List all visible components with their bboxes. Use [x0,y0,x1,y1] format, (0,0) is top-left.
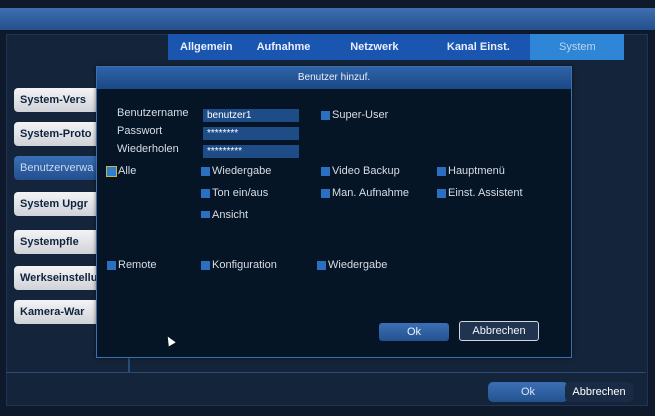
perm-konfiguration-label: Konfiguration [212,259,277,271]
perm-remote-checkbox[interactable]: Remote [107,259,157,271]
checkbox-icon [321,110,330,120]
repeat-password-field[interactable]: ********* [203,145,299,158]
checkbox-icon [201,166,210,176]
perm-hauptmenu-checkbox[interactable]: Hauptmenü [437,165,505,177]
checkbox-icon [201,210,210,218]
checkbox-icon [437,188,446,198]
perm-ton-label: Ton ein/aus [212,187,269,199]
checkbox-icon [321,166,330,176]
tab-system[interactable]: System [530,34,625,60]
checkbox-icon [201,188,210,198]
checkbox-icon [106,165,117,177]
perm-wiedergabe-remote-label: Wiedergabe [328,259,388,271]
tab-bar: Allgemein Aufnahme Netzwerk Kanal Einst.… [168,34,625,60]
superuser-label: Super-User [332,109,389,121]
perm-wiedergabe-remote-checkbox[interactable]: Wiedergabe [317,259,387,271]
dialog-cancel-button[interactable]: Abbrechen [459,321,539,341]
perm-konfiguration-checkbox[interactable]: Konfiguration [201,259,277,271]
repeat-password-label: Wiederholen [117,143,179,155]
perm-video-backup-label: Video Backup [332,165,400,177]
top-bar [0,8,655,30]
password-field[interactable]: ******** [203,127,299,140]
perm-ansicht-checkbox[interactable]: Ansicht [201,209,249,221]
tab-netzwerk[interactable]: Netzwerk [322,34,426,60]
tab-aufnahme[interactable]: Aufnahme [245,34,323,60]
perm-alle-label: Alle [118,165,137,177]
perm-man-aufnahme-label: Man. Aufnahme [332,187,410,199]
screen: Allgemein Aufnahme Netzwerk Kanal Einst.… [0,0,655,416]
username-label: Benutzername [117,107,189,119]
tab-kanal-einst[interactable]: Kanal Einst. [426,34,530,60]
checkbox-icon [437,166,446,176]
perm-hauptmenu-label: Hauptmenü [448,165,505,177]
perm-video-backup-checkbox[interactable]: Video Backup [321,165,400,177]
divider [6,372,646,373]
perm-ton-checkbox[interactable]: Ton ein/aus [201,187,268,199]
perm-einst-assistent-checkbox[interactable]: Einst. Assistent [437,187,523,199]
perm-ansicht-label: Ansicht [212,209,249,221]
perm-man-aufnahme-checkbox[interactable]: Man. Aufnahme [321,187,409,199]
dialog-ok-button[interactable]: Ok [379,323,449,341]
checkbox-icon [317,260,326,270]
tab-allgemein[interactable]: Allgemein [168,34,245,60]
checkbox-icon [201,260,210,270]
checkbox-icon [321,188,330,198]
perm-alle-checkbox[interactable]: Alle [106,165,137,177]
password-label: Passwort [117,125,163,137]
username-field[interactable]: benutzer1 [203,109,299,122]
superuser-checkbox[interactable]: Super-User [321,109,388,121]
divider [128,358,130,372]
perm-wiedergabe-checkbox[interactable]: Wiedergabe [201,165,271,177]
perm-einst-assistent-label: Einst. Assistent [448,187,523,199]
ok-button[interactable]: Ok [488,382,568,402]
cancel-button[interactable]: Abbrechen [565,382,633,402]
perm-wiedergabe-label: Wiedergabe [212,165,272,177]
dialog-title: Benutzer hinzuf. [97,67,571,89]
checkbox-icon [107,260,116,270]
perm-remote-label: Remote [118,259,157,271]
add-user-dialog: Benutzer hinzuf. Benutzername benutzer1 … [96,66,572,358]
